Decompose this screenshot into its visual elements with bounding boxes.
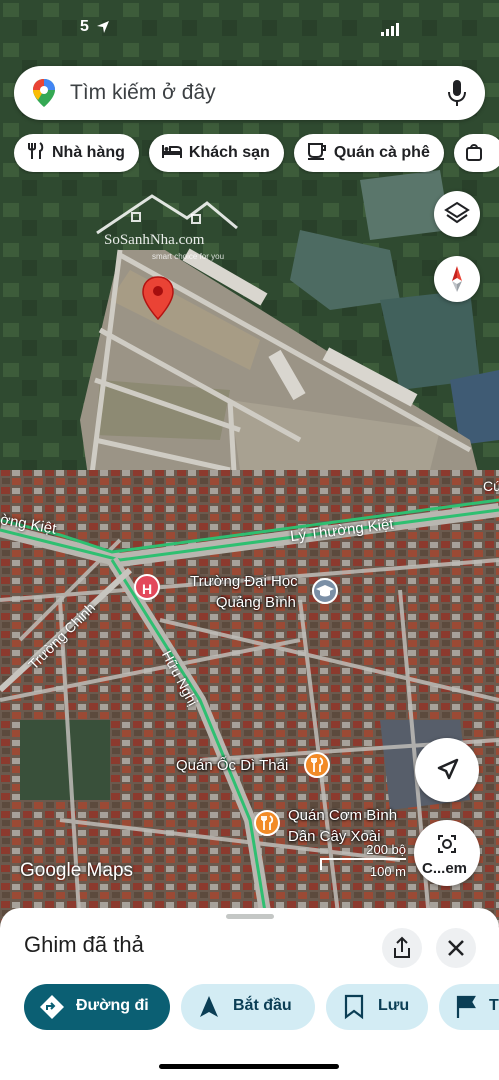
directions-icon bbox=[40, 995, 64, 1019]
poi-com-line1: Quán Cơm Bình bbox=[288, 807, 398, 824]
chip-more[interactable] bbox=[453, 134, 499, 172]
hospital-icon[interactable]: H bbox=[134, 574, 160, 600]
hotel-icon bbox=[161, 144, 182, 158]
poi-oc-label[interactable]: Quán Ốc Dì Thái bbox=[176, 757, 288, 774]
shopping-bag-icon bbox=[465, 144, 482, 161]
label-text: T bbox=[489, 997, 499, 1014]
google-maps-attribution: Google Maps bbox=[20, 860, 134, 881]
bookmark-icon bbox=[344, 994, 364, 1020]
search-bar[interactable]: Tìm kiếm ở đây bbox=[14, 66, 485, 120]
share-button[interactable] bbox=[382, 928, 422, 968]
label-button[interactable]: T bbox=[439, 984, 499, 1030]
chip-restaurants[interactable]: Nhà hàng bbox=[14, 134, 139, 172]
start-button[interactable]: Bắt đầu bbox=[181, 984, 315, 1030]
house-outline-icon bbox=[96, 194, 238, 235]
status-time: 5 bbox=[80, 18, 89, 35]
compass-button[interactable] bbox=[434, 256, 480, 302]
hospital-letter: H bbox=[141, 581, 153, 597]
restaurant-icon[interactable] bbox=[254, 810, 280, 836]
university-line1: Trường Đại Học bbox=[190, 573, 298, 590]
google-maps-pin-icon bbox=[33, 79, 55, 107]
cafe-icon bbox=[307, 142, 326, 160]
layers-icon bbox=[444, 201, 470, 224]
camera-search-button[interactable]: C...em bbox=[414, 820, 480, 886]
my-location-button[interactable] bbox=[415, 738, 479, 802]
signal-icon bbox=[381, 23, 399, 36]
poi-com-label[interactable]: Quán Cơm Bình Dân Cây Xoài bbox=[288, 805, 397, 847]
chip-cafes[interactable]: Quán cà phê bbox=[293, 134, 444, 172]
share-icon bbox=[394, 936, 410, 958]
search-input[interactable]: Tìm kiếm ở đây bbox=[70, 81, 216, 105]
chip-label: Khách sạn bbox=[188, 144, 270, 161]
graduation-cap-icon[interactable] bbox=[312, 578, 338, 604]
close-button[interactable] bbox=[436, 928, 476, 968]
directions-label: Đường đi bbox=[76, 997, 149, 1014]
watermark-logo: SoSanhNha.com smart choice for you bbox=[92, 188, 252, 268]
poi-university-label[interactable]: Trường Đại Học Quảng Bình bbox=[190, 571, 298, 613]
close-icon bbox=[448, 940, 464, 956]
save-label: Lưu bbox=[378, 997, 410, 1014]
flag-icon bbox=[456, 995, 476, 1018]
edge-label-right: Cú bbox=[483, 478, 499, 494]
watermark-tagline: smart choice for you bbox=[152, 252, 225, 261]
category-chips: Nhà hàng Khách sạn Quán cà phê bbox=[14, 134, 499, 174]
restaurant-icon bbox=[28, 141, 44, 159]
directions-button[interactable]: Đường đi bbox=[24, 984, 170, 1030]
scale-feet: 200 bộ bbox=[366, 842, 406, 857]
navigation-icon bbox=[200, 996, 218, 1017]
scale-meters: 100 m bbox=[369, 864, 406, 879]
save-button[interactable]: Lưu bbox=[326, 984, 428, 1030]
sheet-title: Ghim đã thả bbox=[24, 932, 144, 957]
chip-label: Nhà hàng bbox=[52, 144, 125, 161]
layers-button[interactable] bbox=[434, 191, 480, 237]
location-arrow-icon bbox=[97, 21, 109, 33]
navigation-arrow-icon bbox=[437, 758, 459, 780]
scale-bar: 200 bộ 100 m bbox=[318, 842, 408, 882]
status-bar: 5 bbox=[0, 14, 499, 44]
microphone-icon[interactable] bbox=[447, 79, 467, 107]
restaurant-icon[interactable] bbox=[304, 752, 330, 778]
university-line2: Quảng Bình bbox=[215, 594, 296, 611]
start-label: Bắt đầu bbox=[233, 997, 292, 1014]
chip-label: Quán cà phê bbox=[333, 144, 430, 161]
compass-icon bbox=[452, 266, 462, 292]
watermark-brand: SoSanhNha.com bbox=[104, 232, 205, 248]
chip-hotels[interactable]: Khách sạn bbox=[148, 134, 284, 172]
home-indicator bbox=[159, 1064, 339, 1069]
place-bottom-sheet: Ghim đã thả Đường đi Bắt đầu Lưu T bbox=[0, 908, 499, 1080]
camera-button-label: C...em bbox=[422, 860, 468, 877]
sheet-grab-handle[interactable] bbox=[226, 914, 274, 919]
